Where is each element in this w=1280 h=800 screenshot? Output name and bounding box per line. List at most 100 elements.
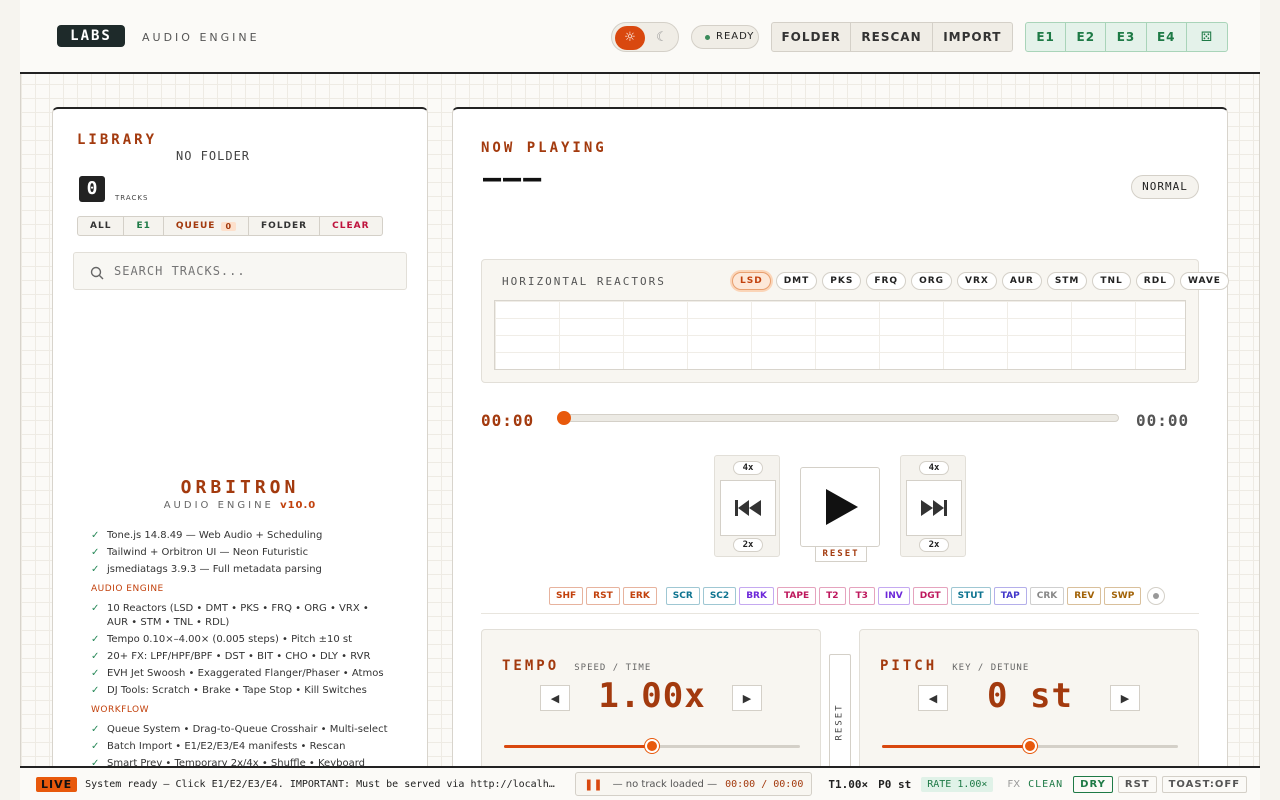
reactor-wave-button[interactable]: WAVE xyxy=(1179,272,1229,290)
list-item: EVH Jet Swoosh • Exaggerated Flanger/Pha… xyxy=(91,667,391,681)
search-box[interactable] xyxy=(73,252,407,290)
filter-folder-button[interactable]: FOLDER xyxy=(249,217,321,235)
tempo-decrease-button[interactable]: ◀ xyxy=(540,685,570,711)
pitch-subtitle: KEY / DETUNE xyxy=(952,663,1030,673)
fx-inv-button[interactable]: INV xyxy=(877,587,910,605)
reactor-rdl-button[interactable]: RDL xyxy=(1135,272,1175,290)
now-playing-panel: NOW PLAYING ——— NORMAL HORIZONTAL REACTO… xyxy=(452,107,1229,789)
pitch-increase-button[interactable]: ▶ xyxy=(1110,685,1140,711)
tempo-value: 1.00x xyxy=(598,676,706,716)
section-header: AUDIO ENGINE xyxy=(91,584,164,594)
rescan-button[interactable]: RESCAN xyxy=(851,23,933,51)
reactor-tnl-button[interactable]: TNL xyxy=(1092,272,1131,290)
fx-rst-button[interactable]: RST xyxy=(586,587,620,605)
now-playing-title: NOW PLAYING xyxy=(481,140,607,156)
fx-shf-button[interactable]: SHF xyxy=(549,587,584,605)
search-input[interactable] xyxy=(114,261,394,281)
prev-2x-button[interactable]: 2x xyxy=(733,538,763,552)
mini-player: ❚❚ — no track loaded — 00:00 / 00:00 xyxy=(575,772,813,796)
next-button[interactable] xyxy=(906,480,962,536)
fx-t3-button[interactable]: T3 xyxy=(848,587,875,605)
reactor-org-button[interactable]: ORG xyxy=(911,272,953,290)
mode-badge[interactable]: NORMAL xyxy=(1131,175,1199,199)
fx-tap-button[interactable]: TAP xyxy=(993,587,1027,605)
toast-toggle[interactable]: TOAST:OFF xyxy=(1161,775,1248,793)
rst-button[interactable]: RST xyxy=(1117,775,1157,793)
arrow-right-icon: ▶ xyxy=(742,691,752,705)
engine-e4-button[interactable]: E4 xyxy=(1147,23,1187,51)
feature-list: Tone.js 14.8.49 — Web Audio + Scheduling… xyxy=(91,529,391,774)
prev-4x-button[interactable]: 4x xyxy=(733,461,763,475)
reactor-tabs: LSD DMT PKS FRQ ORG VRX AUR STM TNL RDL … xyxy=(732,272,1229,290)
reactor-pks-button[interactable]: PKS xyxy=(822,272,862,290)
progress-bar[interactable] xyxy=(557,411,1119,425)
list-item: Tone.js 14.8.49 — Web Audio + Scheduling xyxy=(91,529,391,543)
play-button[interactable] xyxy=(800,467,880,547)
fx-tape-button[interactable]: TAPE xyxy=(776,587,817,605)
pause-icon[interactable]: ❚❚ xyxy=(584,778,602,791)
app-subtitle: AUDIO ENGINE xyxy=(142,31,260,44)
engine-e3-button[interactable]: E3 xyxy=(1106,23,1147,51)
reset-button[interactable]: RESET xyxy=(815,546,867,562)
pitch-value: 0 st xyxy=(987,676,1073,716)
tempo-slider-fill xyxy=(504,745,652,748)
pitch-slider[interactable] xyxy=(882,739,1178,753)
tempo-slider[interactable] xyxy=(504,739,800,753)
pitch-slider-thumb[interactable] xyxy=(1023,739,1037,753)
filter-e1-button[interactable]: E1 xyxy=(124,217,164,235)
engine-selector: E1 E2 E3 E4 ⚄ xyxy=(1025,22,1228,52)
engine-e1-button[interactable]: E1 xyxy=(1026,23,1067,51)
tempo-increase-button[interactable]: ▶ xyxy=(732,685,762,711)
fx-rev-button[interactable]: REV xyxy=(1067,587,1102,605)
reactor-aur-button[interactable]: AUR xyxy=(1001,272,1042,290)
tempo-panel: TEMPO SPEED / TIME ◀ 1.00x ▶ xyxy=(481,629,821,789)
filter-queue-button[interactable]: QUEUE 0 xyxy=(164,217,250,235)
reactor-frq-button[interactable]: FRQ xyxy=(866,272,907,290)
folder-button[interactable]: FOLDER xyxy=(772,23,852,51)
engine-e2-button[interactable]: E2 xyxy=(1066,23,1107,51)
list-item: Tempo 0.10×–4.00× (0.005 steps) • Pitch … xyxy=(91,633,391,647)
import-button[interactable]: IMPORT xyxy=(933,23,1012,51)
sun-icon[interactable]: ☼ xyxy=(615,26,645,50)
fx-brk-button[interactable]: BRK xyxy=(739,587,774,605)
fx-status: CLEAN xyxy=(1028,778,1064,790)
previous-button[interactable] xyxy=(720,480,776,536)
arrow-left-icon: ◀ xyxy=(550,691,560,705)
next-4x-button[interactable]: 4x xyxy=(919,461,949,475)
footer-pitch: P0 st xyxy=(878,777,912,791)
reactor-vrx-button[interactable]: VRX xyxy=(957,272,997,290)
skip-forward-icon xyxy=(921,500,947,516)
reactor-lsd-button[interactable]: LSD xyxy=(732,272,771,290)
next-2x-button[interactable]: 2x xyxy=(919,538,949,552)
fx-crk-button[interactable]: CRK xyxy=(1029,587,1065,605)
fx-erk-button[interactable]: ERK xyxy=(622,587,657,605)
play-icon xyxy=(826,489,858,525)
fx-swp-button[interactable]: SWP xyxy=(1104,587,1142,605)
status-message: System ready — Click E1/E2/E3/E4. IMPORT… xyxy=(85,778,555,790)
queue-label: QUEUE xyxy=(175,221,216,231)
pitch-decrease-button[interactable]: ◀ xyxy=(918,685,948,711)
fx-dgt-button[interactable]: DGT xyxy=(912,587,948,605)
fx-sc2-button[interactable]: SC2 xyxy=(702,587,737,605)
dice-icon[interactable]: ⚄ xyxy=(1187,23,1227,51)
footer-tempo: T1.00× xyxy=(828,777,869,791)
progress-thumb[interactable] xyxy=(557,411,571,425)
theme-toggle[interactable]: ☼ ☾ xyxy=(611,22,679,52)
track-count: 0 xyxy=(79,176,105,202)
fx-t2-button[interactable]: T2 xyxy=(819,587,846,605)
moon-icon[interactable]: ☾ xyxy=(650,26,674,50)
library-title: LIBRARY xyxy=(77,132,158,148)
reactor-stm-button[interactable]: STM xyxy=(1046,272,1088,290)
status-badge: READY xyxy=(691,25,759,49)
dry-button[interactable]: DRY xyxy=(1073,775,1113,793)
fx-scr-button[interactable]: SCR xyxy=(665,587,700,605)
filter-all-button[interactable]: ALL xyxy=(78,217,125,235)
fx-stut-button[interactable]: STUT xyxy=(950,587,991,605)
tempo-slider-thumb[interactable] xyxy=(645,739,659,753)
clear-button[interactable]: CLEAR xyxy=(320,217,381,235)
queue-count-badge: 0 xyxy=(221,221,237,231)
reactor-dmt-button[interactable]: DMT xyxy=(775,272,818,290)
mini-time: 00:00 / 00:00 xyxy=(725,778,804,790)
pitch-title: PITCH xyxy=(880,658,938,674)
fx-indicator-icon[interactable] xyxy=(1147,587,1166,605)
